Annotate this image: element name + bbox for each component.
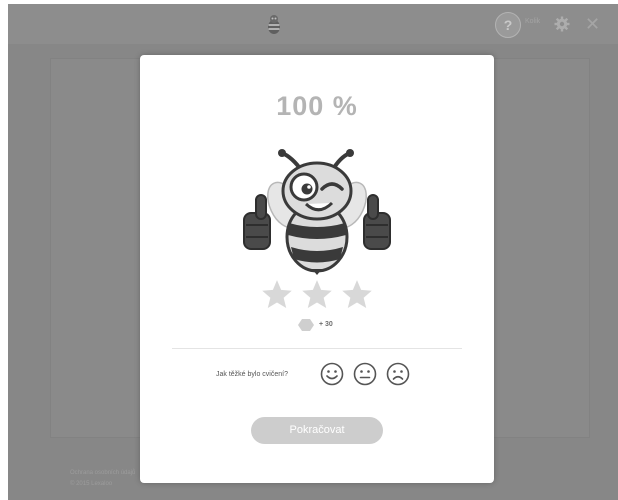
help-button[interactable]: ? (495, 12, 521, 38)
divider (172, 348, 462, 349)
star-icon (302, 280, 332, 309)
star-rating (260, 278, 374, 312)
smile-face-icon[interactable] (320, 362, 344, 386)
star-icon (342, 280, 372, 309)
continue-button[interactable]: Pokračovat (251, 417, 383, 444)
screen: ? Kolik ✕ Ochrana osobních údajů © 2015 … (0, 0, 618, 500)
footer-copyright: © 2015 Lexaloo (70, 481, 113, 487)
difficulty-question: Jak těžké bylo cvičení? (216, 371, 288, 378)
user-label[interactable]: Kolik (525, 18, 540, 25)
neutral-face-icon[interactable] (353, 362, 377, 386)
bee-mascot-thumbs-up-icon (243, 149, 391, 275)
sad-face-icon[interactable] (386, 362, 410, 386)
top-bar: ? Kolik ✕ (8, 4, 618, 44)
close-icon[interactable]: ✕ (585, 14, 600, 34)
reward-points: + 30 (319, 321, 333, 328)
result-dialog: 100 % + 30 Jak těžké bylo cvičení? Pokra… (140, 55, 494, 483)
coin-icon (298, 319, 314, 331)
score-percentage: 100 % (276, 91, 358, 121)
question-icon: ? (503, 17, 513, 33)
gear-icon[interactable] (554, 16, 570, 32)
star-icon (262, 280, 292, 309)
footer-privacy-link[interactable]: Ochrana osobních údajů (70, 470, 135, 476)
bee-logo-icon[interactable] (265, 14, 283, 36)
